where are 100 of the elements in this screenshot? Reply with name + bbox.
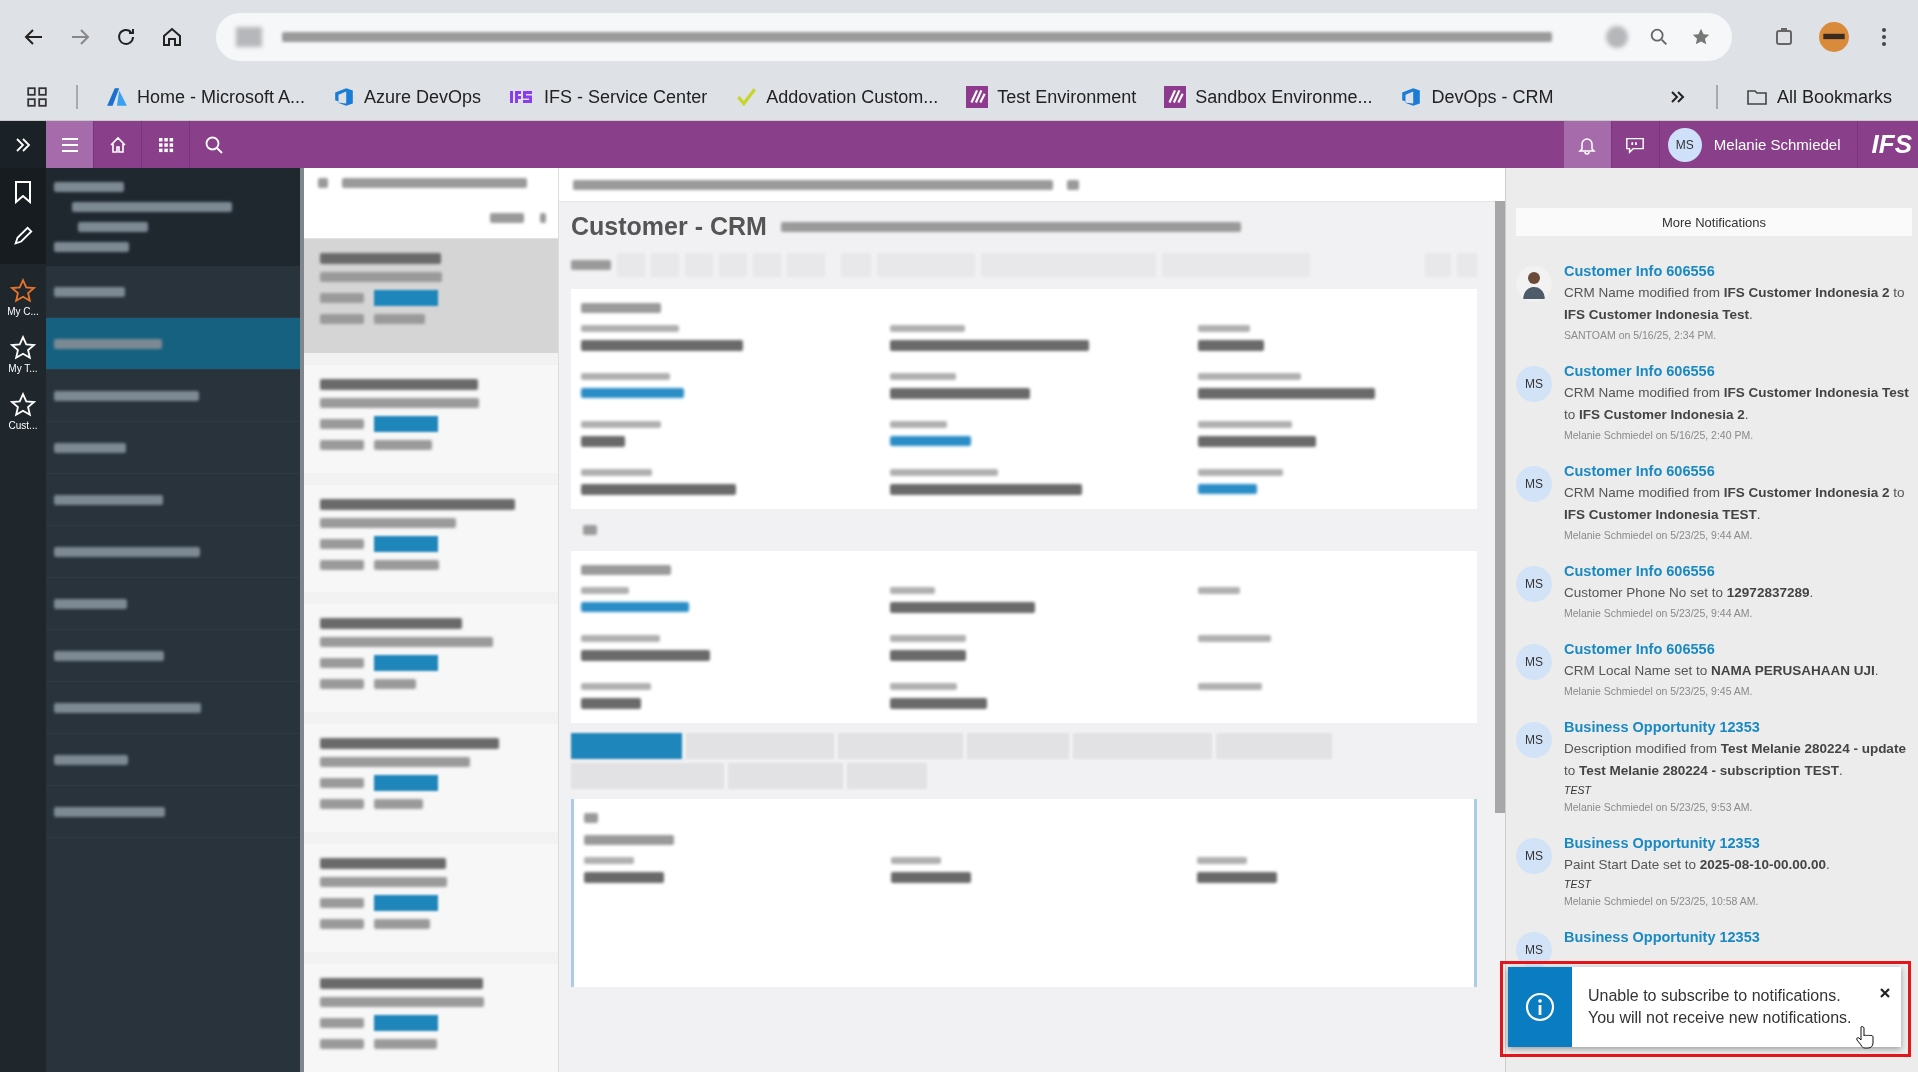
notifications-button[interactable] bbox=[1563, 121, 1612, 168]
address-bar[interactable] bbox=[216, 13, 1732, 61]
favorite-item[interactable]: My C... bbox=[7, 264, 39, 321]
blurred-text bbox=[581, 436, 625, 447]
blurred-icon bbox=[236, 27, 262, 47]
blurred-text bbox=[1197, 857, 1248, 864]
page-title: Customer - CRM bbox=[571, 212, 767, 241]
blurred-text bbox=[320, 1018, 364, 1029]
record-card[interactable] bbox=[304, 964, 558, 1072]
blurred-text bbox=[1198, 340, 1265, 351]
blurred-text bbox=[374, 799, 423, 810]
record-card[interactable] bbox=[304, 724, 558, 833]
user-name[interactable]: Melanie Schmiedel bbox=[1713, 136, 1841, 153]
notification-meta: SANTOAM on 5/16/25, 2:34 PM. bbox=[1564, 328, 1718, 343]
blurred-text bbox=[889, 683, 957, 690]
user-avatar: MS bbox=[1516, 566, 1552, 602]
striped-logo-icon bbox=[966, 86, 989, 108]
notification-message: Paint Start Date set to 2025-08-10-00.00.00. bbox=[1564, 856, 1831, 874]
blurred-text bbox=[320, 293, 364, 304]
bookmark-icon[interactable] bbox=[12, 180, 34, 204]
blurred-tag bbox=[374, 655, 438, 672]
pencil-icon[interactable] bbox=[12, 224, 34, 248]
blurred-text bbox=[320, 799, 364, 810]
notification-meta: Melanie Schmiedel on 5/16/25, 2:40 PM. bbox=[1564, 428, 1755, 443]
blurred-text bbox=[374, 314, 425, 325]
blurred-text bbox=[581, 683, 651, 690]
search-icon[interactable] bbox=[203, 134, 224, 155]
toast-text: You will not receive new notifications. bbox=[1588, 1009, 1852, 1027]
record-card[interactable] bbox=[304, 604, 558, 713]
blurred-text bbox=[889, 373, 956, 380]
zoom-icon[interactable] bbox=[1648, 26, 1670, 48]
blurred-tag bbox=[374, 775, 438, 792]
user-avatar: MS bbox=[1516, 466, 1552, 502]
favorite-item[interactable]: My T... bbox=[8, 321, 38, 378]
blurred-text bbox=[581, 698, 641, 709]
notification-meta: Melanie Schmiedel on 5/23/25, 10:58 AM. bbox=[1564, 894, 1760, 909]
all-bookmarks-link[interactable]: All Bookmarks bbox=[1745, 86, 1892, 108]
blurred-text bbox=[1198, 325, 1251, 332]
bookmark-link[interactable]: IFS - Service Center bbox=[509, 86, 708, 108]
blurred-icon bbox=[1606, 26, 1628, 48]
star-icon bbox=[10, 278, 36, 304]
record-card[interactable] bbox=[304, 239, 558, 353]
notification-meta: Melanie Schmiedel on 5/23/25, 9:45 AM. bbox=[1564, 684, 1754, 699]
star-icon bbox=[10, 335, 36, 361]
home-icon[interactable] bbox=[160, 25, 184, 49]
blurred-text bbox=[581, 587, 629, 594]
blurred-text bbox=[320, 658, 364, 669]
record-card[interactable] bbox=[304, 844, 558, 953]
blurred-text bbox=[374, 439, 432, 450]
bookmark-link[interactable]: Test Environment bbox=[966, 86, 1137, 108]
user-avatar[interactable]: MS bbox=[1667, 127, 1702, 162]
blurred-icon bbox=[1067, 179, 1079, 190]
blurred-text bbox=[320, 679, 364, 690]
azure-logo-icon bbox=[106, 86, 128, 108]
devops-logo-icon bbox=[333, 86, 356, 108]
record-card[interactable] bbox=[304, 484, 558, 593]
close-icon[interactable] bbox=[1879, 987, 1891, 999]
blurred-text bbox=[54, 182, 124, 192]
blurred-text bbox=[320, 1039, 364, 1050]
blurred-text bbox=[890, 857, 941, 864]
blurred-tag bbox=[374, 415, 438, 432]
devops-logo-icon bbox=[1400, 86, 1423, 108]
blurred-text bbox=[320, 778, 364, 789]
apps-grid-icon[interactable] bbox=[26, 86, 48, 108]
bookmark-link[interactable]: Home - Microsoft A... bbox=[106, 86, 306, 108]
person-avatar-icon bbox=[1516, 266, 1552, 302]
blurred-text bbox=[78, 222, 148, 232]
blurred-text bbox=[1198, 484, 1258, 494]
profile-avatar-icon[interactable] bbox=[1818, 21, 1850, 53]
blurred-text bbox=[584, 857, 634, 864]
menu-button[interactable] bbox=[46, 121, 94, 168]
blurred-text bbox=[571, 260, 611, 270]
blurred-tag bbox=[374, 1015, 438, 1032]
scrollbar[interactable] bbox=[300, 168, 304, 1072]
blurred-text bbox=[374, 1039, 437, 1050]
bookmark-link[interactable]: Sandbox Environme... bbox=[1164, 86, 1373, 108]
blurred-text bbox=[320, 538, 364, 549]
user-avatar: MS bbox=[1516, 932, 1552, 968]
bookmark-link[interactable]: Addovation Custom... bbox=[735, 86, 939, 108]
blurred-icon bbox=[584, 813, 598, 823]
bookmark-link[interactable]: DevOps - CRM bbox=[1400, 86, 1554, 108]
blurred-text bbox=[374, 679, 416, 690]
bookmark-link[interactable]: Azure DevOps bbox=[333, 86, 482, 108]
more-notifications-button[interactable]: More Notifications bbox=[1516, 208, 1912, 236]
notification-note: TEST bbox=[1564, 877, 1593, 892]
scrollbar[interactable] bbox=[1495, 201, 1505, 813]
blurred-text bbox=[320, 314, 364, 325]
notification-meta: Melanie Schmiedel on 5/23/25, 9:53 AM. bbox=[1564, 800, 1754, 815]
notification-message: Description modified from Test Melanie 280224 - update to Test Melanie 280224 - subscription TEST. bbox=[1564, 740, 1907, 780]
blurred-text bbox=[374, 559, 439, 570]
notification-meta: Melanie Schmiedel on 5/23/25, 9:44 AM. bbox=[1564, 528, 1754, 543]
favorite-item[interactable]: Cust... bbox=[8, 378, 38, 435]
notification-message: CRM Name modified from IFS Customer Indonesia Test to IFS Customer Indonesia 2. bbox=[1564, 384, 1910, 424]
info-icon bbox=[1525, 992, 1555, 1022]
record-card[interactable] bbox=[304, 364, 558, 473]
blurred-tag bbox=[374, 895, 438, 912]
user-avatar: MS bbox=[1516, 644, 1552, 680]
blurred-text bbox=[320, 439, 364, 450]
blurred-tag bbox=[374, 535, 438, 552]
blurred-icon bbox=[318, 177, 328, 188]
